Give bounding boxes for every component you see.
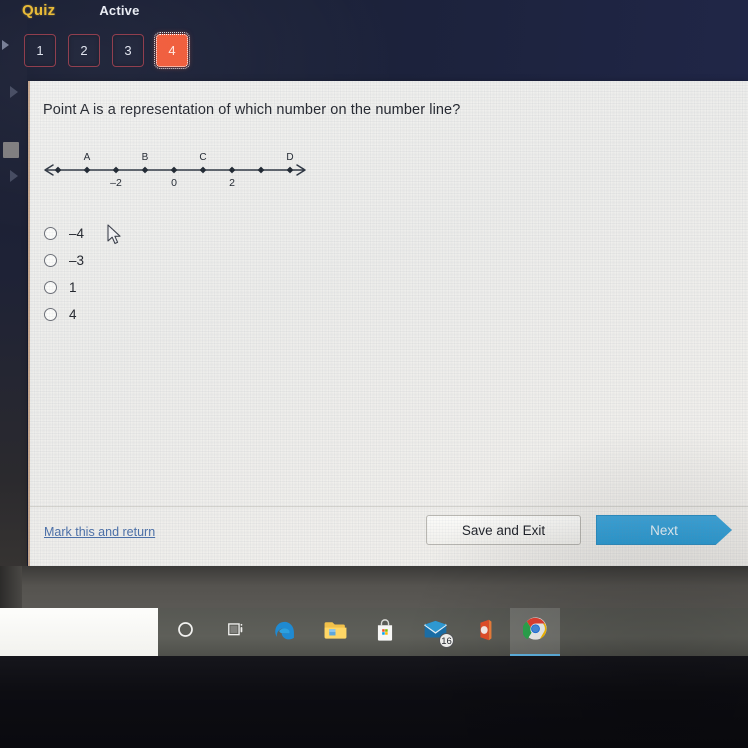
taskbar-item-mail[interactable]: 16 [410, 608, 460, 656]
next-button[interactable]: Next [596, 515, 732, 545]
question-nav-button-1[interactable]: 1 [24, 34, 56, 67]
answer-choice[interactable]: –3 [44, 247, 84, 274]
taskbar-item-office[interactable] [460, 608, 510, 656]
office-icon [477, 618, 494, 647]
answer-choice-label: –4 [69, 226, 85, 241]
chevron-right-icon[interactable] [2, 40, 9, 50]
radio-icon[interactable] [44, 281, 57, 294]
answer-choice-list: –4 –3 1 4 [44, 220, 84, 328]
left-rail [0, 0, 27, 600]
edge-browser-icon [272, 617, 298, 648]
taskbar-item-task-view[interactable] [210, 608, 260, 656]
number-line-value-label: 2 [229, 177, 235, 189]
thumbnail-icon [3, 142, 19, 158]
answer-choice[interactable]: –4 [44, 220, 84, 247]
radio-icon[interactable] [44, 227, 57, 240]
taskbar-icon-strip: 16 [160, 608, 560, 656]
number-line-tick [257, 166, 265, 174]
mark-this-and-return-link[interactable]: Mark this and return [44, 525, 155, 539]
save-and-exit-label: Save and Exit [461, 522, 546, 538]
number-line-point-label-D: D [286, 152, 293, 163]
taskbar-item-cortana-circle[interactable] [160, 608, 210, 656]
number-line-svg: –2 0 2 A B C D [44, 152, 306, 189]
chrome-icon [521, 616, 548, 646]
task-view-icon [225, 620, 246, 644]
number-line-tick [141, 166, 149, 174]
taskbar-item-edge-browser[interactable] [260, 608, 310, 656]
number-line-value-label: –2 [110, 177, 122, 189]
answer-choice-label: 4 [69, 307, 77, 322]
answer-choice-label: 1 [69, 280, 77, 295]
number-line-tick [170, 166, 178, 174]
windows-taskbar: 16 [0, 608, 748, 656]
status-badge: Active [99, 3, 140, 18]
question-nav-label: 1 [36, 43, 44, 58]
radio-icon[interactable] [44, 308, 57, 321]
number-line-tick [199, 166, 207, 174]
file-explorer-icon [323, 619, 348, 646]
number-line-tick [228, 166, 236, 174]
photographed-screen: Quiz Active 1 2 3 4 Point A is a represe… [0, 0, 748, 748]
panel-divider [30, 506, 748, 507]
triangle-icon-1 [10, 86, 18, 98]
question-nav-button-4[interactable]: 4 [154, 32, 190, 69]
taskbar-search-box[interactable] [0, 608, 158, 656]
taskbar-item-file-explorer[interactable] [310, 608, 360, 656]
question-prompt: Point A is a representation of which num… [43, 102, 461, 118]
number-line-value-label: 0 [171, 177, 177, 189]
save-and-exit-button[interactable]: Save and Exit [426, 515, 581, 545]
number-line-tick [286, 166, 294, 174]
number-line-figure: –2 0 2 A B C D [40, 143, 310, 191]
number-line-point-label-B: B [142, 152, 149, 163]
notification-badge: 16 [439, 633, 454, 648]
triangle-icon-2 [10, 170, 18, 182]
number-line-tick [54, 166, 62, 174]
header-labels: Quiz Active [22, 2, 140, 19]
next-label: Next [650, 522, 678, 538]
taskbar-item-microsoft-store[interactable] [360, 608, 410, 656]
question-nav-label: 3 [124, 43, 132, 58]
desktop-background [0, 566, 748, 610]
question-nav: 1 2 3 4 [24, 32, 190, 69]
answer-choice[interactable]: 4 [44, 301, 84, 328]
below-screen-area [0, 656, 748, 748]
page-title: Quiz [22, 2, 56, 19]
taskbar-item-chrome[interactable] [510, 608, 560, 656]
microsoft-store-icon [374, 618, 396, 647]
number-line-tick [83, 166, 91, 174]
answer-choice[interactable]: 1 [44, 274, 84, 301]
number-line-point-label-A: A [84, 152, 91, 163]
question-nav-button-2[interactable]: 2 [68, 34, 100, 67]
question-panel: Point A is a representation of which num… [28, 81, 748, 566]
question-nav-button-3[interactable]: 3 [112, 34, 144, 67]
number-line-point-label-C: C [199, 152, 206, 163]
question-nav-label: 4 [168, 43, 176, 58]
question-nav-label: 2 [80, 43, 88, 58]
cortana-circle-icon [176, 620, 195, 644]
answer-choice-label: –3 [69, 253, 85, 268]
radio-icon[interactable] [44, 254, 57, 267]
number-line-tick [112, 166, 120, 174]
